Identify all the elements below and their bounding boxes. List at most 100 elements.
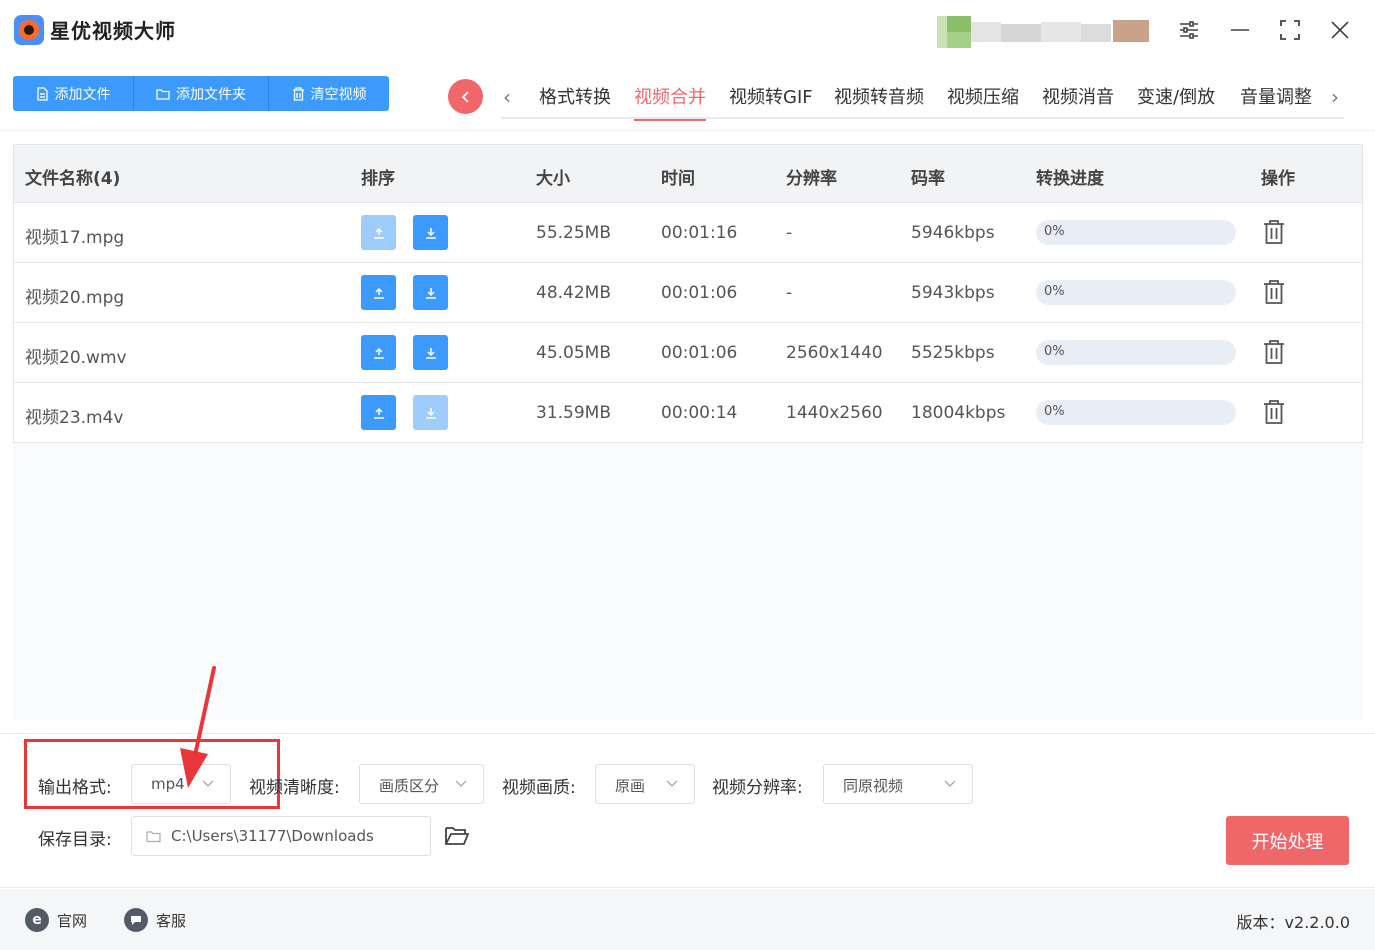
file-bitrate: 5943kbps	[911, 283, 995, 303]
chevron-down-icon	[455, 780, 467, 787]
file-duration: 00:01:16	[661, 223, 738, 243]
collapse-back-button[interactable]	[448, 79, 483, 114]
file-size: 48.42MB	[536, 283, 611, 303]
video-quality-label: 视频画质:	[502, 778, 576, 798]
app-logo-icon	[14, 15, 44, 45]
move-down-button[interactable]	[413, 395, 448, 430]
move-up-button[interactable]	[361, 395, 396, 430]
close-icon[interactable]	[1324, 14, 1356, 46]
arrow-up-icon	[373, 227, 384, 239]
progress-bar: 0%	[1036, 280, 1236, 305]
move-up-button[interactable]	[361, 215, 396, 250]
progress-bar: 0%	[1036, 220, 1236, 245]
tab-video-mute[interactable]: 视频消音	[1042, 83, 1114, 109]
arrow-up-icon	[373, 407, 384, 419]
file-duration: 00:01:06	[661, 343, 738, 363]
file-toolbar: 添加文件 添加文件夹 清空视频	[13, 76, 389, 111]
file-table: 文件名称(4) 排序 大小 时间 分辨率 码率 转换进度 操作 视频17.mpg…	[13, 144, 1363, 720]
header-resolution: 分辨率	[786, 169, 837, 189]
arrow-down-icon	[425, 227, 436, 239]
open-folder-icon[interactable]	[444, 825, 470, 851]
annotation-arrow	[180, 666, 216, 788]
header-time: 时间	[661, 169, 695, 189]
add-folder-button[interactable]: 添加文件夹	[134, 76, 269, 111]
header-progress: 转换进度	[1036, 169, 1104, 189]
file-resolution: 2560x1440	[786, 343, 883, 363]
ie-browser-icon: e	[25, 908, 49, 932]
customer-service-link[interactable]: 客服	[124, 908, 186, 932]
tab-video-to-gif[interactable]: 视频转GIF	[729, 83, 813, 109]
feature-tabs: ‹ 格式转换 视频合并 视频转GIF 视频转音频 视频压缩 视频消音 变速/倒放…	[501, 77, 1344, 121]
move-down-button[interactable]	[413, 275, 448, 310]
table-header: 文件名称(4) 排序 大小 时间 分辨率 码率 转换进度 操作	[13, 144, 1363, 203]
move-up-button[interactable]	[361, 335, 396, 370]
website-link[interactable]: e 官网	[25, 908, 87, 932]
tab-volume-adjust[interactable]: 音量调整	[1240, 83, 1312, 109]
version-text: 版本：v2.2.0.0	[1236, 913, 1350, 932]
arrow-down-icon	[425, 287, 436, 299]
settings-sliders-icon[interactable]	[1173, 14, 1205, 46]
file-resolution: 1440x2560	[786, 403, 883, 423]
video-resolution-select[interactable]: 同原视频	[823, 764, 973, 804]
save-dir-label: 保存目录:	[38, 830, 112, 850]
progress-text: 0%	[1044, 284, 1065, 299]
delete-row-icon[interactable]	[1262, 339, 1286, 369]
move-down-button[interactable]	[413, 335, 448, 370]
start-processing-button[interactable]: 开始处理	[1226, 816, 1349, 865]
file-bitrate: 18004kbps	[911, 403, 1006, 423]
file-name: 视频23.m4v	[25, 408, 124, 428]
file-size: 31.59MB	[536, 403, 611, 423]
file-icon	[36, 86, 48, 101]
title-bar: 星优视频大师	[0, 0, 1375, 60]
tab-video-compress[interactable]: 视频压缩	[947, 83, 1019, 109]
tab-format-convert[interactable]: 格式转换	[539, 83, 611, 109]
move-up-button[interactable]	[361, 275, 396, 310]
progress-text: 0%	[1044, 344, 1065, 359]
video-quality-select[interactable]: 原画	[595, 764, 695, 804]
arrow-down-icon	[425, 347, 436, 359]
save-dir-input[interactable]: C:\Users\31177\Downloads	[131, 816, 431, 856]
delete-row-icon[interactable]	[1262, 219, 1286, 249]
clear-videos-button[interactable]: 清空视频	[269, 76, 389, 111]
file-duration: 00:00:14	[661, 403, 738, 423]
tab-video-merge[interactable]: 视频合并	[634, 83, 706, 121]
chat-bubble-icon	[124, 908, 148, 932]
file-duration: 00:01:06	[661, 283, 738, 303]
header-bitrate: 码率	[911, 169, 945, 189]
table-row[interactable]: 视频23.m4v 31.59MB 00:00:14 1440x2560 1800…	[13, 383, 1363, 443]
chevron-down-icon	[944, 780, 956, 787]
table-row[interactable]: 视频20.wmv 45.05MB 00:01:06 2560x1440 5525…	[13, 323, 1363, 383]
header-action: 操作	[1261, 169, 1295, 189]
maximize-icon[interactable]	[1274, 14, 1306, 46]
delete-row-icon[interactable]	[1262, 399, 1286, 429]
output-format-label: 输出格式:	[38, 778, 112, 798]
file-resolution: -	[786, 223, 793, 243]
header-name: 文件名称(4)	[25, 169, 121, 189]
progress-bar: 0%	[1036, 400, 1236, 425]
user-avatar[interactable]	[937, 16, 1149, 48]
delete-row-icon[interactable]	[1262, 279, 1286, 309]
table-row[interactable]: 视频17.mpg 55.25MB 00:01:16 - 5946kbps 0%	[13, 203, 1363, 263]
header-size: 大小	[536, 169, 570, 189]
add-file-button[interactable]: 添加文件	[13, 76, 134, 111]
arrow-up-icon	[373, 347, 384, 359]
file-name: 视频20.wmv	[25, 348, 127, 368]
tab-video-to-audio[interactable]: 视频转音频	[834, 83, 924, 109]
progress-text: 0%	[1044, 224, 1065, 239]
tab-scroll-right-icon[interactable]: ›	[1331, 85, 1339, 109]
arrow-up-icon	[373, 287, 384, 299]
file-size: 45.05MB	[536, 343, 611, 363]
footer: e 官网 客服 版本：v2.2.0.0	[0, 889, 1375, 950]
video-resolution-label: 视频分辨率:	[712, 778, 803, 798]
move-down-button[interactable]	[413, 215, 448, 250]
progress-text: 0%	[1044, 404, 1065, 419]
trash-icon	[292, 86, 304, 101]
tab-scroll-left-icon[interactable]: ‹	[503, 85, 511, 109]
minimize-icon[interactable]	[1224, 14, 1256, 46]
file-name: 视频20.mpg	[25, 288, 125, 308]
tab-speed-reverse[interactable]: 变速/倒放	[1137, 83, 1215, 109]
file-bitrate: 5525kbps	[911, 343, 995, 363]
table-row[interactable]: 视频20.mpg 48.42MB 00:01:06 - 5943kbps 0%	[13, 263, 1363, 323]
arrow-down-icon	[425, 407, 436, 419]
video-clarity-select[interactable]: 画质区分	[359, 764, 484, 804]
